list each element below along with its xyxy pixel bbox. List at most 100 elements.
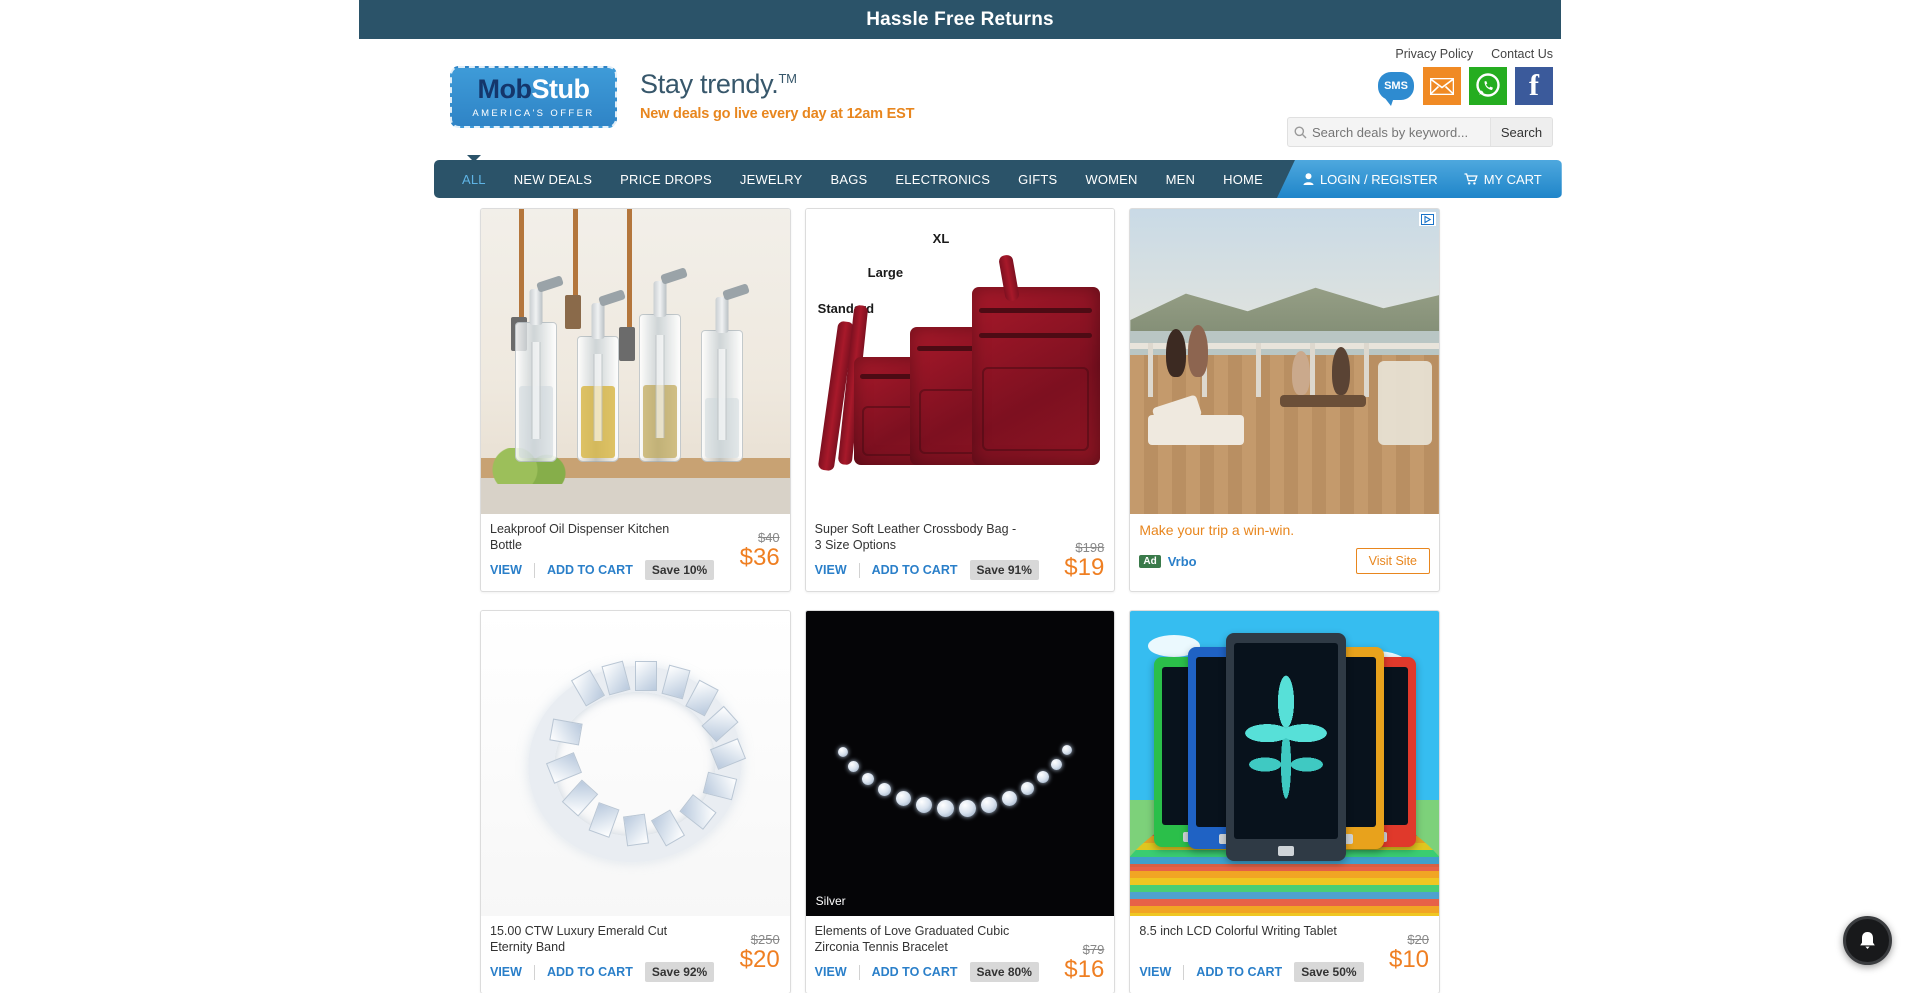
view-button[interactable]: VIEW [490,563,534,577]
sms-icon[interactable]: SMS [1377,67,1415,106]
product-info: Leakproof Oil Dispenser Kitchen Bottle $… [481,514,790,591]
add-to-cart-button[interactable]: ADD TO CART [547,965,645,979]
nav-item-bags[interactable]: BAGS [816,160,881,198]
add-to-cart-button[interactable]: ADD TO CART [872,563,970,577]
vacation-rental-photo [1130,209,1440,514]
product-image[interactable] [481,611,790,916]
nav-item-men[interactable]: MEN [1152,160,1210,198]
price-block: $250 $20 [740,932,780,972]
top-links: Privacy Policy Contact Us [1395,47,1553,61]
product-actions: VIEW ADD TO CART Save 80% [815,962,1106,982]
whatsapp-icon[interactable] [1469,67,1507,105]
product-image[interactable]: Standard Large XL [805,209,1115,514]
ad-headline[interactable]: Make your trip a win-win. [1139,522,1430,538]
view-button[interactable]: VIEW [815,563,859,577]
save-badge: Save 50% [1294,962,1364,982]
eternity-ring-illustration [481,611,790,916]
logo-subtitle: AMERICA'S OFFER [472,107,595,119]
product-title: Super Soft Leather Crossbody Bag - 3 Siz… [814,522,1017,552]
page-root: Hassle Free Returns Privacy Policy Conta… [0,0,1920,993]
product-card-writing-tablet[interactable]: 8.5 inch LCD Colorful Writing Tablet $20… [1129,610,1441,993]
original-price: $20 [1407,932,1430,947]
product-title: Leakproof Oil Dispenser Kitchen Bottle [490,522,670,552]
main-navigation: ALL NEW DEALS PRICE DROPS JEWELRY BAGS E… [434,160,1562,198]
nav-item-list: ALL NEW DEALS PRICE DROPS JEWELRY BAGS E… [434,160,1277,198]
action-divider [858,562,860,578]
tennis-bracelet-illustration: Silver [806,611,1115,916]
price-block: $20 $10 [1389,932,1429,972]
social-links: SMS f [1377,67,1553,106]
product-card-tennis-bracelet[interactable]: Silver Elements of Love Graduated Cubic … [804,610,1116,993]
nav-item-home[interactable]: HOME [1209,160,1277,198]
visit-site-button[interactable]: Visit Site [1355,548,1431,574]
sale-price: $16 [1064,956,1105,983]
view-button[interactable]: VIEW [1139,965,1183,979]
original-price: $198 [1075,540,1105,555]
action-divider [533,964,535,980]
product-info: Elements of Love Graduated Cubic Zirconi… [806,916,1115,993]
price-block: $198 $19 [1064,540,1104,580]
add-to-cart-button[interactable]: ADD TO CART [1196,965,1294,979]
search-input[interactable] [1312,118,1490,146]
size-label-large: Large [867,265,904,280]
action-divider [858,964,860,980]
email-icon[interactable] [1423,67,1461,105]
cart-icon [1464,173,1478,185]
bell-icon [1860,931,1875,949]
ad-image[interactable] [1130,209,1440,514]
product-info: 8.5 inch LCD Colorful Writing Tablet $20… [1130,916,1439,993]
save-badge: Save 91% [969,560,1039,580]
sale-price: $36 [739,544,780,571]
size-label-xl: XL [932,231,950,246]
logo-text-mob: Mob [477,73,532,104]
facebook-icon[interactable]: f [1515,67,1553,105]
nav-item-women[interactable]: WOMEN [1071,160,1151,198]
nav-item-jewelry[interactable]: JEWELRY [726,160,817,198]
sale-price: $19 [1064,554,1105,581]
product-image[interactable]: Silver [805,611,1115,916]
adchoices-icon[interactable] [1419,212,1437,226]
my-cart-button[interactable]: MY CART [1464,172,1542,187]
product-card-eternity-band[interactable]: 15.00 CTW Luxury Emerald Cut Eternity Ba… [480,610,791,993]
advertisement-card[interactable]: Make your trip a win-win. Ad Vrbo Visit … [1129,208,1441,592]
view-button[interactable]: VIEW [815,965,859,979]
login-register-button[interactable]: LOGIN / REGISTER [1303,172,1438,187]
product-actions: VIEW ADD TO CART Save 92% [490,962,781,982]
nav-item-gifts[interactable]: GIFTS [1004,160,1071,198]
trademark-symbol: TM [778,71,797,86]
view-button[interactable]: VIEW [490,965,534,979]
action-divider [533,562,535,578]
save-badge: Save 80% [969,962,1039,982]
price-block: $79 $16 [1064,942,1104,982]
add-to-cart-button[interactable]: ADD TO CART [872,965,970,979]
login-register-label: LOGIN / REGISTER [1319,171,1438,187]
product-image[interactable] [481,209,790,514]
crossbody-bag-illustration: Standard Large XL [806,209,1115,514]
color-label-silver: Silver [815,894,846,908]
site-header: Privacy Policy Contact Us MobStub AMERIC… [359,39,1561,161]
promo-banner-text: Hassle Free Returns [866,8,1054,30]
search-button[interactable]: Search [1490,118,1552,146]
nav-item-all[interactable]: ALL [448,160,500,198]
nav-item-electronics[interactable]: ELECTRONICS [881,160,1004,198]
contact-us-link[interactable]: Contact Us [1491,47,1553,61]
search-bar: Search [1287,117,1553,147]
nav-item-new-deals[interactable]: NEW DEALS [500,160,606,198]
product-card-crossbody-bag[interactable]: Standard Large XL Super Soft Leather Cro… [804,208,1116,592]
logo-wordmark: MobStub [477,73,590,104]
promo-banner: Hassle Free Returns [359,0,1561,39]
sale-price: $20 [739,946,780,973]
product-image[interactable] [1130,611,1440,916]
notification-bell-button[interactable] [1843,916,1892,965]
original-price: $79 [1082,942,1105,957]
product-card-oil-dispenser[interactable]: Leakproof Oil Dispenser Kitchen Bottle $… [480,208,791,592]
user-icon [1303,173,1314,185]
ad-advertiser[interactable]: Vrbo [1168,554,1197,569]
privacy-policy-link[interactable]: Privacy Policy [1395,47,1473,61]
product-grid: Leakproof Oil Dispenser Kitchen Bottle $… [480,208,1441,993]
original-price: $40 [757,530,780,545]
product-title: 15.00 CTW Luxury Emerald Cut Eternity Ba… [490,924,668,954]
nav-item-price-drops[interactable]: PRICE DROPS [606,160,726,198]
site-logo[interactable]: MobStub AMERICA'S OFFER [450,66,617,128]
add-to-cart-button[interactable]: ADD TO CART [547,563,645,577]
